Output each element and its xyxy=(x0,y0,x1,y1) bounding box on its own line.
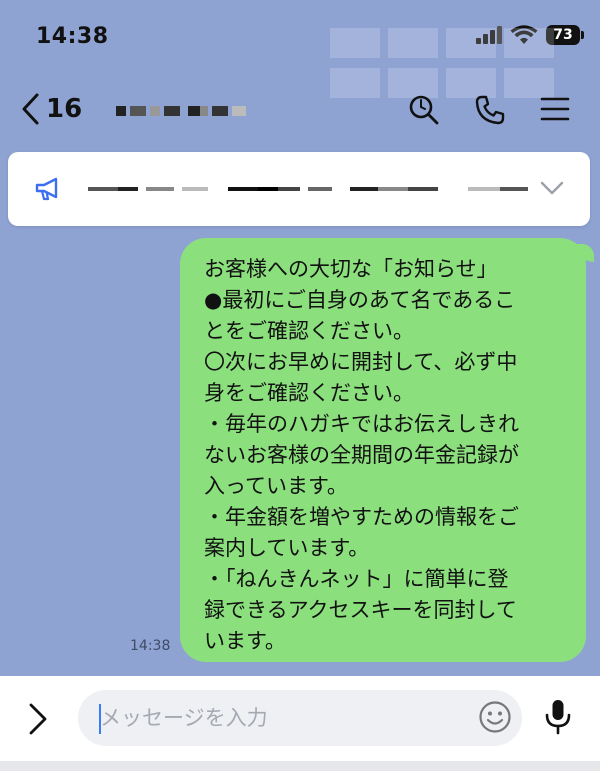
input-bar xyxy=(0,676,600,771)
bottom-strip xyxy=(0,761,600,771)
message-line: 録できるアクセスキーを同封して xyxy=(204,598,517,622)
announcement-banner[interactable] xyxy=(8,152,590,226)
status-time: 14:38 xyxy=(36,24,109,49)
chat-name-redacted xyxy=(116,100,246,122)
expand-chevron-icon[interactable] xyxy=(26,702,50,736)
message-line: ・年金額を増やすための情報をご xyxy=(204,505,519,529)
message-line: ないお客様の全期間の年金記録が xyxy=(204,443,519,467)
message-timestamp: 14:38 xyxy=(130,638,171,654)
back-button[interactable]: 16 xyxy=(20,92,82,126)
announcement-text-redacted xyxy=(88,182,528,196)
message-line: ●最初にご自身のあて名であるこ xyxy=(204,288,516,312)
message-input[interactable] xyxy=(78,690,522,746)
menu-icon[interactable] xyxy=(540,94,570,124)
message-bubble[interactable]: お客様への大切な「お知らせ」 ●最初にご自身のあて名であるこ とをご確認ください… xyxy=(180,238,594,662)
chat-header: 16 xyxy=(0,80,600,140)
search-icon[interactable] xyxy=(408,94,440,126)
phone-icon[interactable] xyxy=(474,94,506,126)
message-line: お客様への大切な「お知らせ」 xyxy=(204,257,498,281)
emoji-icon[interactable] xyxy=(478,700,512,734)
message-line: 案内しています。 xyxy=(204,536,370,560)
message-line: 〇次にお早めに開封して、必ず中 xyxy=(204,350,518,374)
megaphone-icon xyxy=(35,177,58,201)
chevron-down-icon[interactable] xyxy=(540,180,564,196)
unread-count: 16 xyxy=(46,94,83,124)
text-caret xyxy=(99,704,101,734)
back-chevron-icon xyxy=(22,93,39,125)
message-line: とをご確認ください。 xyxy=(204,319,414,343)
message-line: ・「ねんきんネット」に簡単に登 xyxy=(204,567,509,591)
message-line: 身をご確認ください。 xyxy=(204,381,414,405)
message-line: います。 xyxy=(204,629,286,653)
microphone-icon[interactable] xyxy=(544,698,572,736)
message-line: ・毎年のハガキではお伝えしきれ xyxy=(204,412,519,436)
message-line: 入っています。 xyxy=(204,474,348,498)
